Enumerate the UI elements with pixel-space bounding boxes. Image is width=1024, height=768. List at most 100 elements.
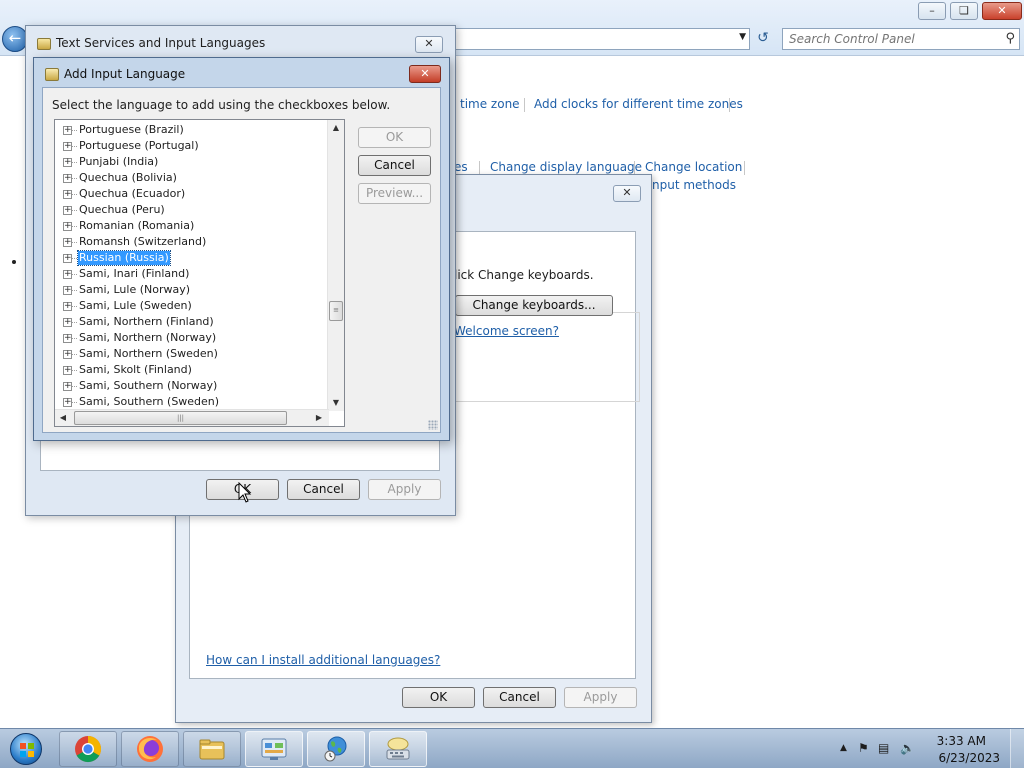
taskbar-text-services[interactable] — [369, 731, 427, 767]
language-label[interactable]: Portuguese (Portugal) — [78, 139, 200, 153]
network-icon[interactable]: ▤ — [878, 741, 889, 755]
resize-grip[interactable] — [428, 420, 438, 430]
languages-link[interactable]: es — [454, 160, 468, 174]
clock-time[interactable]: 3:33 AM — [937, 734, 986, 748]
search-icon[interactable]: ⚲ — [1005, 31, 1015, 46]
change-time-zone-link[interactable]: time zone — [460, 97, 520, 111]
language-label[interactable]: Portuguese (Brazil) — [78, 123, 185, 137]
show-hidden-icons-icon[interactable]: ▲ — [840, 743, 847, 753]
chevron-down-icon[interactable]: ▼ — [739, 32, 746, 42]
show-desktop-button[interactable] — [1010, 729, 1024, 768]
language-label[interactable]: Sami, Skolt (Finland) — [78, 363, 193, 377]
cancel-button[interactable]: Cancel — [287, 479, 360, 500]
expand-plus-icon[interactable]: + — [63, 270, 72, 279]
expand-plus-icon[interactable]: + — [63, 254, 72, 263]
language-tree-item[interactable]: + Sami, Northern (Finland) — [55, 314, 325, 330]
language-label[interactable]: Russian (Russia) — [77, 250, 171, 266]
change-display-language-link[interactable]: Change display language — [490, 160, 642, 174]
expand-plus-icon[interactable]: + — [63, 158, 72, 167]
start-button[interactable] — [4, 731, 48, 767]
expand-plus-icon[interactable]: + — [63, 318, 72, 327]
expand-plus-icon[interactable]: + — [63, 366, 72, 375]
minimize-button[interactable]: – — [918, 2, 946, 20]
scroll-down-icon[interactable]: ▼ — [328, 395, 344, 411]
language-tree-item[interactable]: + Portuguese (Portugal) — [55, 138, 325, 154]
apply-button[interactable]: Apply — [564, 687, 637, 708]
language-tree-item[interactable]: + Sami, Northern (Sweden) — [55, 346, 325, 362]
language-tree[interactable]: + Sami, Southern (Sweden) + Sami, Southern … — [54, 119, 345, 427]
preview-button[interactable]: Preview... — [358, 183, 431, 204]
language-tree-item[interactable]: + Sami, Southern (Norway) — [55, 378, 325, 394]
taskbar-explorer[interactable] — [183, 731, 241, 767]
language-label[interactable]: Sami, Southern (Norway) — [78, 379, 218, 393]
close-icon[interactable]: ✕ — [415, 36, 443, 53]
expand-plus-icon[interactable]: + — [63, 190, 72, 199]
scroll-thumb[interactable]: ≡ — [329, 301, 343, 321]
ok-button[interactable]: OK — [402, 687, 475, 708]
expand-plus-icon[interactable]: + — [63, 126, 72, 135]
language-label[interactable]: Sami, Northern (Finland) — [78, 315, 215, 329]
language-label[interactable]: Sami, Northern (Norway) — [78, 331, 217, 345]
change-location-link[interactable]: Change location — [645, 160, 742, 174]
volume-icon[interactable]: 🔈 — [900, 741, 915, 755]
language-tree-item[interactable]: + Quechua (Bolivia) — [55, 170, 325, 186]
language-tree-item[interactable]: + Sami, Southern (Sweden) — [55, 394, 325, 410]
expand-plus-icon[interactable]: + — [63, 398, 72, 407]
cancel-button[interactable]: Cancel — [358, 155, 431, 176]
language-label[interactable]: Quechua (Peru) — [78, 203, 166, 217]
scroll-up-icon[interactable]: ▲ — [328, 120, 344, 136]
horizontal-scrollbar[interactable]: ◀ ||| ▶ — [55, 409, 329, 426]
expand-plus-icon[interactable]: + — [63, 206, 72, 215]
language-tree-item[interactable]: + Romansh (Switzerland) — [55, 234, 325, 250]
language-tree-item[interactable]: + Sami, Northern (Norway) — [55, 330, 325, 346]
install-languages-link[interactable]: How can I install additional languages? — [206, 653, 440, 667]
taskbar-control-panel[interactable] — [245, 731, 303, 767]
expand-plus-icon[interactable]: + — [63, 238, 72, 247]
expand-plus-icon[interactable]: + — [63, 286, 72, 295]
language-label[interactable]: Punjabi (India) — [78, 155, 159, 169]
language-tree-item[interactable]: + Sami, Lule (Norway) — [55, 282, 325, 298]
apply-button[interactable]: Apply — [368, 479, 441, 500]
taskbar-firefox[interactable] — [121, 731, 179, 767]
language-label[interactable]: Sami, Lule (Sweden) — [78, 299, 193, 313]
scroll-thumb[interactable]: ||| — [74, 411, 287, 425]
language-tree-item[interactable]: + Romanian (Romania) — [55, 218, 325, 234]
add-clocks-link[interactable]: Add clocks for different time zones — [534, 97, 743, 111]
expand-plus-icon[interactable]: + — [63, 142, 72, 151]
restore-button[interactable]: ❏ — [950, 2, 978, 20]
language-tree-item[interactable]: + Sami, Lule (Sweden) — [55, 298, 325, 314]
scroll-left-icon[interactable]: ◀ — [55, 410, 71, 426]
taskbar-chrome[interactable] — [59, 731, 117, 767]
close-icon[interactable]: ✕ — [613, 185, 641, 202]
close-icon[interactable]: ✕ — [409, 65, 441, 83]
search-input[interactable] — [783, 29, 993, 49]
address-bar[interactable]: ▼ — [452, 28, 750, 50]
language-tree-item[interactable]: + Sami, Inari (Finland) — [55, 266, 325, 282]
expand-plus-icon[interactable]: + — [63, 382, 72, 391]
scroll-right-icon[interactable]: ▶ — [311, 410, 327, 426]
language-tree-item[interactable]: + Quechua (Peru) — [55, 202, 325, 218]
change-keyboards-button[interactable]: Change keyboards... — [455, 295, 613, 316]
clock-date[interactable]: 6/23/2023 — [938, 751, 1000, 765]
language-label[interactable]: Sami, Northern (Sweden) — [78, 347, 219, 361]
language-label[interactable]: Quechua (Bolivia) — [78, 171, 178, 185]
language-tree-item[interactable]: + Punjabi (India) — [55, 154, 325, 170]
language-label[interactable]: Romanian (Romania) — [78, 219, 195, 233]
language-label[interactable]: Sami, Southern (Sweden) — [78, 395, 220, 409]
language-label[interactable]: Quechua (Ecuador) — [78, 187, 186, 201]
close-window-button[interactable]: ✕ — [982, 2, 1022, 20]
language-tree-item[interactable]: + Russian (Russia) — [55, 250, 325, 266]
expand-plus-icon[interactable]: + — [63, 350, 72, 359]
search-box[interactable]: ⚲ — [782, 28, 1020, 50]
action-center-flag-icon[interactable]: ⚑ — [858, 741, 869, 755]
language-label[interactable]: Sami, Inari (Finland) — [78, 267, 190, 281]
vertical-scrollbar[interactable]: ▲ ≡ ▼ — [327, 120, 344, 411]
refresh-icon[interactable]: ↺ — [752, 28, 774, 50]
expand-plus-icon[interactable]: + — [63, 334, 72, 343]
expand-plus-icon[interactable]: + — [63, 174, 72, 183]
expand-plus-icon[interactable]: + — [63, 302, 72, 311]
expand-plus-icon[interactable]: + — [63, 222, 72, 231]
language-tree-item[interactable]: + Quechua (Ecuador) — [55, 186, 325, 202]
language-label[interactable]: Sami, Lule (Norway) — [78, 283, 191, 297]
taskbar-region-language[interactable] — [307, 731, 365, 767]
